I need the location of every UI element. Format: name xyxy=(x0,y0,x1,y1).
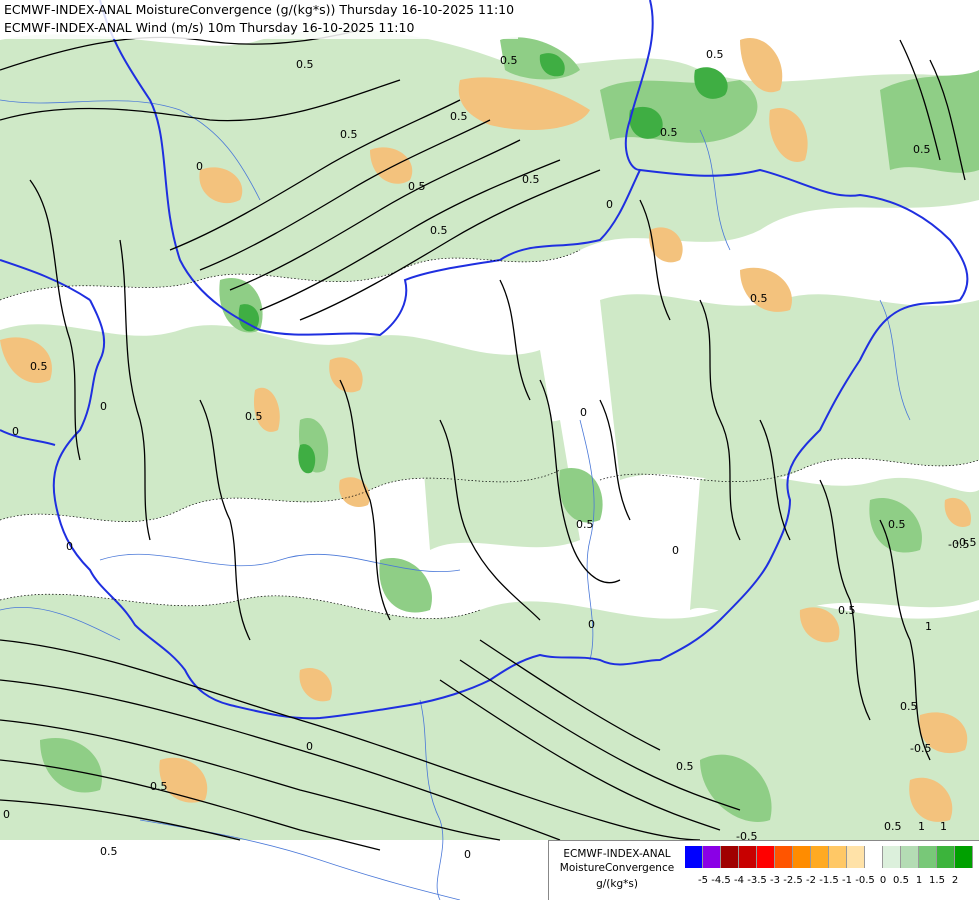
contour-label: 0.5 xyxy=(340,128,358,141)
contour-label: 0.5 xyxy=(884,820,902,833)
legend-color-cell xyxy=(883,846,901,868)
legend-tick-label: -5 xyxy=(698,875,708,886)
contour-label: 0.5 xyxy=(838,604,856,617)
legend-tick-label: 2 xyxy=(951,875,959,886)
contour-label: 0 xyxy=(464,848,471,861)
legend-tick-labels: -5 -4.5 -4 -3.5 -3 -2.5 -2 -1.5 -1 -0.5 0 0.5 1 1.5 2 xyxy=(685,875,973,889)
legend-color-cell xyxy=(829,846,847,868)
legend-color-cell xyxy=(739,846,757,868)
legend-tick-label: -1 xyxy=(842,875,852,886)
legend-tick-label: -0.5 xyxy=(855,875,875,886)
legend-color-cell xyxy=(811,846,829,868)
contour-label: 0.5 xyxy=(750,292,768,305)
legend-variable: MoistureConvergence xyxy=(559,862,675,874)
contour-label: 0.5 xyxy=(900,700,918,713)
contour-label: -0.5 xyxy=(910,742,932,755)
contour-label: 0.5 xyxy=(660,126,678,139)
legend-unit: g/(kg*s) xyxy=(596,878,638,890)
map-title-block: ECMWF-INDEX-ANAL MoistureConvergence (g/… xyxy=(0,0,519,39)
contour-label: 0.5 xyxy=(408,180,426,193)
contour-label: 0 xyxy=(580,406,587,419)
contour-label: 0.5 xyxy=(913,143,931,156)
legend-color-cell xyxy=(919,846,937,868)
contour-label: 0.5 xyxy=(676,760,694,773)
contour-label: 0.5 xyxy=(450,110,468,123)
contour-label: 1 xyxy=(925,620,932,633)
contour-label: 0 xyxy=(588,618,595,631)
contour-label: 0 xyxy=(100,400,107,413)
contour-label: 0 xyxy=(672,544,679,557)
contour-label: 0.5 xyxy=(100,845,118,858)
contour-label: 0 xyxy=(3,808,10,821)
legend-color-cell xyxy=(793,846,811,868)
contour-label: 0 xyxy=(12,425,19,438)
legend-color-cell xyxy=(847,846,865,868)
contour-label: 0 xyxy=(66,540,73,553)
contour-label: 0.5 xyxy=(430,224,448,237)
contour-label: -0.5 xyxy=(948,538,970,551)
legend-source: ECMWF-INDEX-ANAL xyxy=(563,848,671,860)
map-title-moisture: ECMWF-INDEX-ANAL MoistureConvergence (g/… xyxy=(4,2,515,17)
legend-color-cell xyxy=(685,846,703,868)
legend-tick-label: -4 xyxy=(734,875,744,886)
contour-label: 0.5 xyxy=(245,410,263,423)
contour-label: 0.5 xyxy=(150,780,168,793)
contour-label: 0.5 xyxy=(888,518,906,531)
legend-tick-label: 0 xyxy=(879,875,887,886)
map-title-wind: ECMWF-INDEX-ANAL Wind (m/s) 10m Thursday… xyxy=(4,20,415,35)
color-legend: ECMWF-INDEX-ANAL MoistureConvergence g/(… xyxy=(548,840,979,900)
map-canvas xyxy=(0,0,979,900)
legend-tick-label: -1.5 xyxy=(819,875,839,886)
legend-color-cell xyxy=(721,846,739,868)
legend-tick-label: -4.5 xyxy=(711,875,731,886)
legend-color-cell xyxy=(757,846,775,868)
legend-tick-label: -3 xyxy=(770,875,780,886)
contour-label: 0 xyxy=(306,740,313,753)
legend-color-cell xyxy=(775,846,793,868)
moisture-convergence-map: 0.5 0.5 0.5 0.5 0.5 0.5 0.5 0 0 0 0 0.5 … xyxy=(0,0,979,900)
contour-label: 0.5 xyxy=(706,48,724,61)
contour-label: 0.5 xyxy=(30,360,48,373)
legend-color-cell xyxy=(955,846,973,868)
contour-label: 0.5 xyxy=(296,58,314,71)
legend-tick-label: 1 xyxy=(915,875,923,886)
positive-convergence-areas xyxy=(0,29,979,840)
contour-label: 0.5 xyxy=(522,173,540,186)
legend-color-cell xyxy=(703,846,721,868)
legend-tick-label: -2 xyxy=(806,875,816,886)
contour-label: 1 xyxy=(940,820,947,833)
legend-color-cell xyxy=(937,846,955,868)
contour-label: 0 xyxy=(196,160,203,173)
legend-color-cell xyxy=(865,846,883,868)
legend-color-cell xyxy=(901,846,919,868)
legend-tick-label: -3.5 xyxy=(747,875,767,886)
contour-label: 1 xyxy=(918,820,925,833)
contour-label: 0.5 xyxy=(500,54,518,67)
contour-label: 0 xyxy=(606,198,613,211)
legend-color-scale xyxy=(685,846,973,868)
legend-tick-label: -2.5 xyxy=(783,875,803,886)
legend-tick-label: 0.5 xyxy=(893,875,909,886)
contour-label: 0.5 xyxy=(576,518,594,531)
legend-tick-label: 1.5 xyxy=(929,875,945,886)
